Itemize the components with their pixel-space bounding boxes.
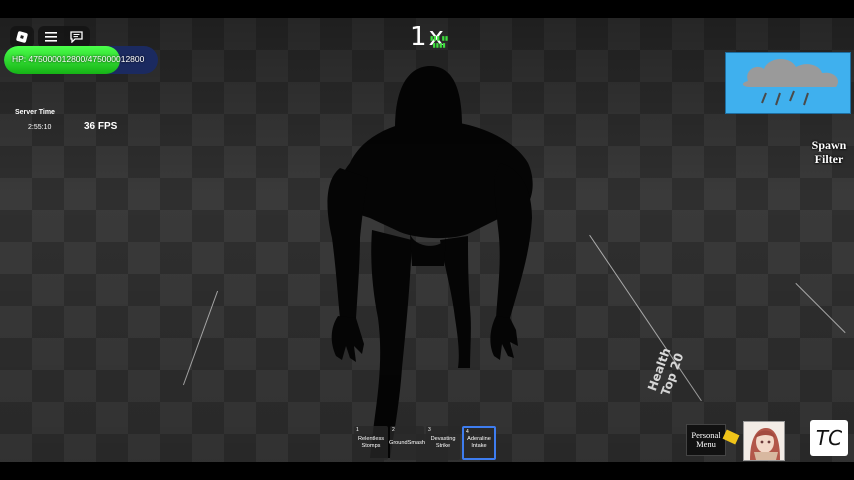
slot-number: 2: [392, 427, 395, 433]
rain-cloud-icon: [742, 58, 839, 106]
spawn-filter-button[interactable]: Spawn Filter: [808, 138, 850, 166]
anime-avatar-icon: [744, 422, 784, 460]
bottom-letterbox: [0, 462, 854, 480]
player-name-tag: ▮▮▮ ▮▮ ▮▮▮▮: [430, 36, 449, 49]
hotbar-slot-1[interactable]: 1 Relentless Stomps: [354, 426, 388, 460]
server-time-value: 2:55:10: [28, 124, 52, 131]
weather-panel: [725, 52, 851, 114]
slot-number: 3: [428, 427, 431, 433]
slot-label: GroundSmash: [388, 439, 426, 446]
hamburger-menu-icon[interactable]: [44, 32, 57, 42]
roblox-logo-icon: [16, 31, 28, 43]
slot-label: Devasting Strike: [430, 436, 456, 449]
avatar[interactable]: [743, 421, 785, 461]
roblox-menu-button[interactable]: [10, 26, 34, 48]
chat-icon[interactable]: [70, 31, 83, 43]
fps-counter: 36 FPS: [84, 121, 118, 132]
slot-number: 4: [466, 429, 469, 435]
top-menu-group: [38, 26, 90, 48]
hotbar-slot-2[interactable]: 2 GroundSmash: [388, 426, 426, 460]
slot-number: 1: [356, 427, 359, 433]
server-time-label: Server Time: [15, 109, 55, 116]
top-letterbox: [0, 0, 854, 18]
spawn-filter-label-2: Filter: [814, 152, 844, 166]
slot-label: Relentless Stomps: [357, 436, 385, 449]
personal-menu-label-2: Menu: [696, 439, 716, 449]
personal-menu-button[interactable]: Personal Menu: [686, 424, 726, 456]
tc-button[interactable]: TC: [810, 420, 848, 456]
slot-label: Aderaline Intake: [467, 436, 491, 449]
hotbar: 1 Relentless Stomps 2 GroundSmash 3 Deva…: [354, 426, 496, 460]
hotbar-slot-3[interactable]: 3 Devasting Strike: [426, 426, 460, 460]
hp-text: HP: 475000012800/475000012800: [12, 54, 145, 64]
spawn-filter-label-1: Spawn: [811, 138, 847, 152]
hp-bar: HP: 475000012800/475000012800: [4, 46, 158, 74]
hotbar-slot-4[interactable]: 4 Aderaline Intake: [462, 426, 496, 460]
